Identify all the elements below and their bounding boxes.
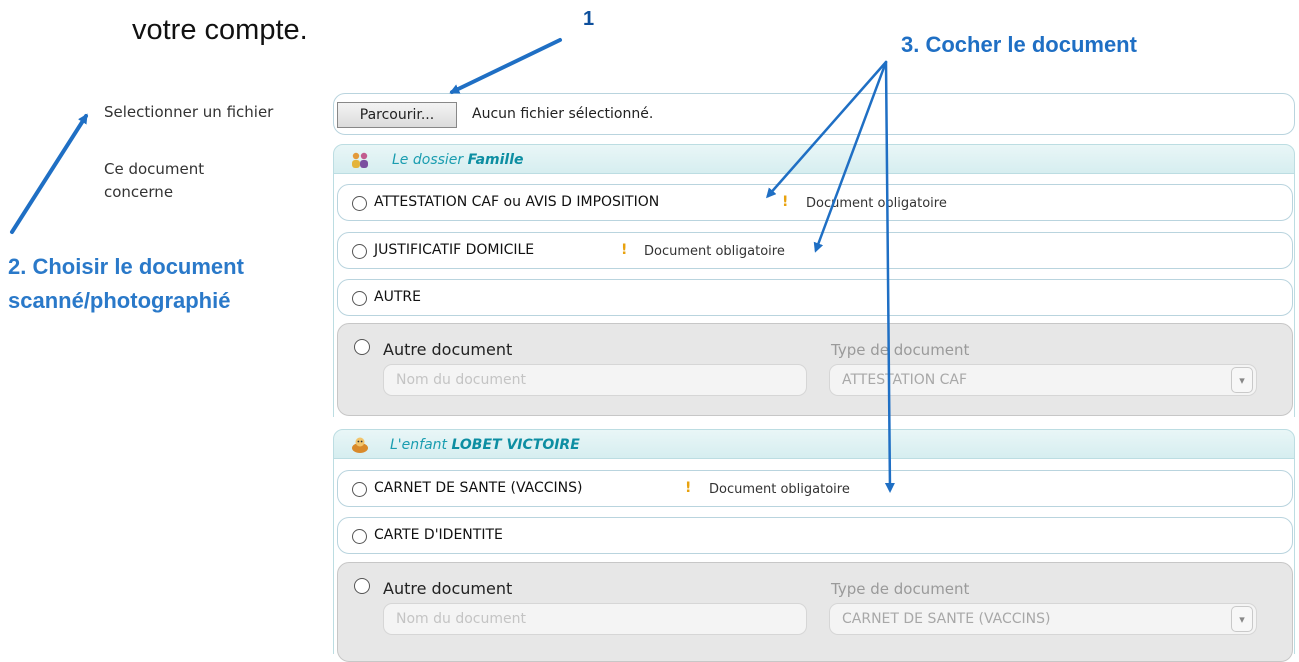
- type-label: Type de document: [831, 580, 970, 598]
- chevron-down-icon[interactable]: ▾: [1231, 606, 1253, 632]
- enfant-section-header: L'enfant LOBET VICTOIRE: [333, 429, 1295, 459]
- warning-icon: !: [685, 480, 692, 496]
- enfant-option-carte[interactable]: CARTE D'IDENTITE: [337, 517, 1293, 554]
- radio-carte[interactable]: [352, 529, 367, 544]
- required-text: Document obligatoire: [806, 196, 947, 211]
- radio-carnet[interactable]: [352, 482, 367, 497]
- callout-step-2-line1: 2. Choisir le document: [8, 254, 244, 279]
- selected-type: ATTESTATION CAF: [842, 372, 968, 388]
- famille-option-attestation[interactable]: ATTESTATION CAF ou AVIS D IMPOSITION ! D…: [337, 184, 1293, 221]
- selected-type: CARNET DE SANTE (VACCINS): [842, 611, 1051, 627]
- browse-button[interactable]: Parcourir...: [337, 102, 457, 128]
- document-type-select[interactable]: CARNET DE SANTE (VACCINS) ▾: [829, 603, 1257, 635]
- radio-other-document[interactable]: [354, 339, 370, 355]
- radio-other-document[interactable]: [354, 578, 370, 594]
- document-name-input[interactable]: [383, 603, 807, 635]
- enfant-other-document: Autre document Type de document CARNET D…: [337, 562, 1293, 662]
- intro-text: votre compte.: [132, 14, 308, 46]
- famille-section-header: Le dossier Famille: [333, 144, 1295, 174]
- chevron-down-icon[interactable]: ▾: [1231, 367, 1253, 393]
- option-label: CARNET DE SANTE (VACCINS): [374, 480, 583, 496]
- callout-step-2-line2: scanné/photographié: [8, 288, 231, 313]
- arrow-step-2: [10, 113, 88, 234]
- callout-step-3: 3. Cocher le document: [901, 32, 1137, 57]
- warning-icon: !: [782, 194, 789, 210]
- callout-step-1: 1: [583, 8, 595, 30]
- document-type-select[interactable]: ATTESTATION CAF ▾: [829, 364, 1257, 396]
- option-label: JUSTIFICATIF DOMICILE: [374, 242, 535, 258]
- child-icon: [350, 435, 370, 459]
- other-document-label: Autre document: [383, 340, 513, 359]
- famille-option-autre[interactable]: AUTRE: [337, 279, 1293, 316]
- enfant-option-carnet[interactable]: CARNET DE SANTE (VACCINS) ! Document obl…: [337, 470, 1293, 507]
- option-label: AUTRE: [374, 289, 421, 305]
- other-document-label: Autre document: [383, 579, 513, 598]
- document-name-input[interactable]: [383, 364, 807, 396]
- arrow-step-1: [449, 38, 562, 94]
- enfant-section-title: L'enfant LOBET VICTOIRE: [390, 437, 580, 453]
- famille-other-document: Autre document Type de document ATTESTAT…: [337, 323, 1293, 416]
- required-text: Document obligatoire: [644, 244, 785, 259]
- file-status: Aucun fichier sélectionné.: [472, 106, 654, 122]
- option-label: CARTE D'IDENTITE: [374, 527, 503, 543]
- family-icon: [350, 151, 370, 173]
- concern-label-line1: Ce document: [104, 160, 205, 178]
- file-label: Selectionner un fichier: [104, 103, 274, 121]
- warning-icon: !: [621, 242, 628, 258]
- radio-autre[interactable]: [352, 291, 367, 306]
- radio-attestation[interactable]: [352, 196, 367, 211]
- required-text: Document obligatoire: [709, 482, 850, 497]
- option-label: ATTESTATION CAF ou AVIS D IMPOSITION: [374, 194, 660, 210]
- radio-justificatif[interactable]: [352, 244, 367, 259]
- concern-label-line2: concerne: [104, 183, 174, 201]
- famille-section-title: Le dossier Famille: [392, 152, 524, 168]
- type-label: Type de document: [831, 341, 970, 359]
- famille-option-justificatif[interactable]: JUSTIFICATIF DOMICILE ! Document obligat…: [337, 232, 1293, 269]
- callout-step-2: 2. Choisir le document scanné/photograph…: [8, 250, 244, 318]
